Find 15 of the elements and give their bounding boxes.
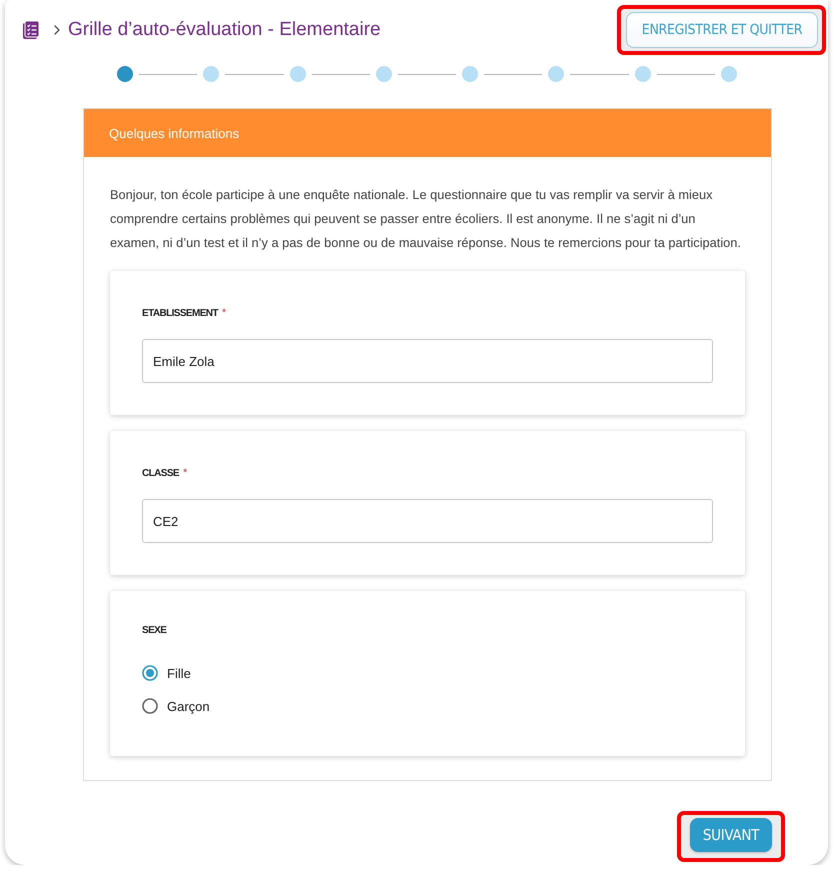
section-title: Quelques informations (84, 109, 771, 157)
text-input[interactable]: CE2 (142, 499, 713, 543)
radio-button[interactable] (142, 698, 158, 714)
text-input[interactable]: Emile Zola (142, 339, 713, 383)
required-mark: * (182, 467, 188, 479)
intro-paragraph: Bonjour, ton école participe à une enquête nationale. Le questionnaire que tu vas remplir va servir à mieux comprendre certains problèmes qui peuvent se passer entre écoliers. Il est anonyme. Il ne s’agit ni d’un examen, ni d’un test et il n’y a pas de bonne ou de mauvaise réponse. Nous te remercions pour ta participation. (110, 186, 742, 252)
field-label: CLASSE (142, 468, 179, 479)
radio-label: Garçon (167, 698, 210, 714)
checklist-notebook-icon (21, 20, 41, 40)
page-title: Grille d’auto-évaluation - Elementaire (68, 19, 381, 41)
radio-label: Fille (167, 666, 191, 680)
required-mark: * (222, 307, 226, 319)
field-label: ETABLISSEMENT (142, 308, 218, 319)
radio-button[interactable] (142, 665, 158, 681)
field-label: SEXE (142, 625, 166, 636)
